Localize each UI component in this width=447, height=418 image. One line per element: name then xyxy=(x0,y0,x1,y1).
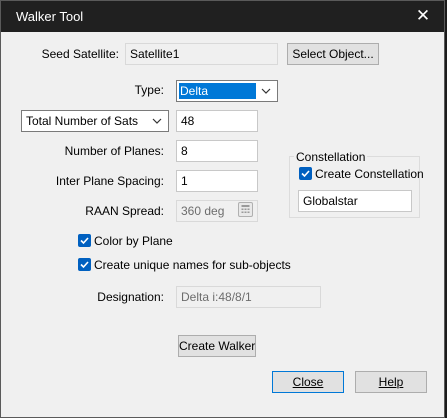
number-of-planes-input[interactable]: 8 xyxy=(176,140,258,162)
checkmark-icon xyxy=(80,237,89,245)
type-dropdown[interactable]: Delta xyxy=(176,80,278,102)
chevron-down-icon xyxy=(261,88,271,94)
total-sats-value: 48 xyxy=(181,114,195,128)
designation-label: Designation: xyxy=(97,290,164,304)
create-walker-button[interactable]: Create Walker xyxy=(178,335,256,357)
type-selected-value: Delta xyxy=(179,83,256,99)
constellation-name-value: Globalstar xyxy=(303,194,358,208)
unique-names-checkbox[interactable] xyxy=(78,258,91,271)
help-button-label: Help xyxy=(378,375,404,389)
constellation-group-title: Constellation xyxy=(294,150,368,164)
color-by-plane-checkbox[interactable] xyxy=(78,234,91,247)
total-sats-input[interactable]: 48 xyxy=(176,110,258,132)
inter-plane-spacing-value: 1 xyxy=(181,174,188,188)
seed-satellite-label: Seed Satellite: xyxy=(41,47,119,61)
color-by-plane-label: Color by Plane xyxy=(94,234,173,248)
close-button-label: Close xyxy=(292,375,324,389)
total-sats-mode-dropdown[interactable]: Total Number of Sats xyxy=(21,110,169,132)
seed-satellite-field: Satellite1 xyxy=(125,43,278,65)
inter-plane-spacing-label: Inter Plane Spacing: xyxy=(55,174,164,188)
designation-field: Delta i:48/8/1 xyxy=(176,286,321,308)
select-object-button[interactable]: Select Object... xyxy=(287,43,379,65)
create-constellation-label: Create Constellation xyxy=(315,167,424,181)
chevron-down-icon xyxy=(152,118,162,124)
checkmark-icon xyxy=(80,261,89,269)
title-bar: Walker Tool ✕ xyxy=(1,1,444,32)
seed-satellite-value: Satellite1 xyxy=(130,47,180,61)
designation-value: Delta i:48/8/1 xyxy=(181,290,252,304)
close-button[interactable]: Close xyxy=(272,371,344,393)
walker-tool-dialog: Walker Tool ✕ Seed Satellite: Satellite1… xyxy=(0,0,445,418)
checkmark-icon xyxy=(301,170,310,178)
inter-plane-spacing-input[interactable]: 1 xyxy=(176,170,258,192)
number-of-planes-value: 8 xyxy=(181,144,188,158)
number-of-planes-label: Number of Planes: xyxy=(64,144,164,158)
close-window-icon[interactable]: ✕ xyxy=(412,5,434,27)
unique-names-label: Create unique names for sub-objects xyxy=(94,258,291,272)
help-button[interactable]: Help xyxy=(355,371,427,393)
window-title: Walker Tool xyxy=(16,9,84,24)
raan-spread-label: RAAN Spread: xyxy=(85,204,164,218)
raan-spread-value: 360 deg xyxy=(181,204,225,218)
type-label: Type: xyxy=(134,83,164,97)
create-constellation-checkbox[interactable] xyxy=(299,167,312,180)
calculator-icon[interactable] xyxy=(238,202,253,217)
constellation-name-input[interactable]: Globalstar xyxy=(298,190,412,212)
total-sats-mode-value: Total Number of Sats xyxy=(26,114,139,128)
